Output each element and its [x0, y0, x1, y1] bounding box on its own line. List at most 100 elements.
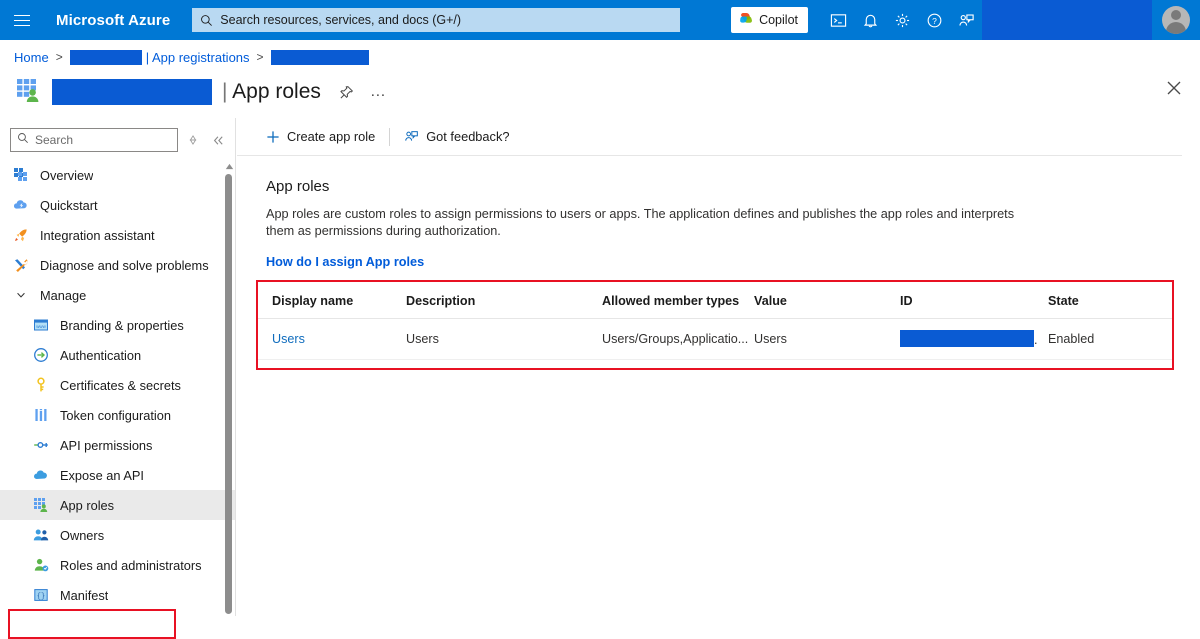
- help-question-icon[interactable]: ?: [918, 0, 950, 40]
- breadcrumb-redacted-app: [270, 49, 369, 65]
- breadcrumb-separator-2: >: [256, 50, 264, 64]
- cell-display-name[interactable]: Users: [258, 318, 406, 360]
- got-feedback-label: Got feedback?: [426, 129, 510, 144]
- table-row[interactable]: Users Users Users/Groups,Applicatio... U…: [258, 318, 1174, 360]
- settings-gear-icon[interactable]: [886, 0, 918, 40]
- overview-grid-icon: [12, 166, 30, 184]
- sidebar-group-label: Manage: [40, 287, 87, 303]
- sidebar-item-expose-an-api[interactable]: Expose an API: [0, 460, 235, 490]
- manifest-brackets-icon: {}: [32, 586, 50, 604]
- sidebar-item-label: App roles: [60, 497, 115, 513]
- sort-diamond-icon[interactable]: [183, 129, 203, 151]
- column-header-value[interactable]: Value: [754, 286, 900, 319]
- create-app-role-label: Create app role: [287, 129, 376, 144]
- branding-window-icon: www: [32, 316, 50, 334]
- top-bar-actions: Copilot ?: [731, 0, 1200, 40]
- roles-admin-icon: [32, 556, 50, 574]
- sidebar-item-overview[interactable]: Overview: [0, 160, 235, 190]
- sidebar-item-api-permissions[interactable]: API permissions: [0, 430, 235, 460]
- double-chevron-left-icon[interactable]: [209, 129, 229, 151]
- copilot-label: Copilot: [759, 13, 798, 27]
- breadcrumb-item-app-registrations[interactable]: | App registrations: [146, 50, 250, 65]
- command-bar: Create app role Got feedback?: [237, 118, 1182, 156]
- sidebar-item-label: Roles and administrators: [60, 557, 202, 573]
- chevron-down-icon: [12, 289, 30, 301]
- hamburger-menu-icon[interactable]: [0, 0, 44, 40]
- page-title: | App roles: [222, 80, 321, 104]
- column-header-display-name[interactable]: Display name: [258, 286, 406, 319]
- sidebar-item-label: Authentication: [60, 347, 142, 363]
- app-roles-icon: [32, 496, 50, 514]
- sidebar-item-certificates-secrets[interactable]: Certificates & secrets: [0, 370, 235, 400]
- sidebar-item-roles-and-administrators[interactable]: Roles and administrators: [0, 550, 235, 580]
- sidebar-item-integration-assistant[interactable]: Integration assistant: [0, 220, 235, 250]
- how-do-i-assign-app-roles-link[interactable]: How do I assign App roles: [266, 255, 424, 269]
- page-title-redacted-app-name: [52, 79, 212, 105]
- sidebar-item-manifest[interactable]: {} Manifest: [0, 580, 235, 610]
- column-header-id[interactable]: ID: [900, 286, 1048, 319]
- more-ellipsis-icon[interactable]: …: [370, 84, 387, 100]
- sidebar-group-manage[interactable]: Manage: [0, 280, 235, 310]
- sidebar-item-label: Integration assistant: [40, 227, 155, 243]
- feedback-person-icon: [404, 129, 419, 144]
- quickstart-cloud-icon: [12, 196, 30, 214]
- section-heading: App roles: [266, 178, 330, 195]
- breadcrumb-separator: >: [55, 50, 63, 64]
- create-app-role-button[interactable]: Create app role: [266, 122, 375, 152]
- sidebar-item-branding-properties[interactable]: www Branding & properties: [0, 310, 235, 340]
- cell-description: Users: [406, 318, 602, 360]
- sidebar: Search Overview Quickstart Integration a…: [0, 118, 236, 639]
- sidebar-item-diagnose-and-solve-problems[interactable]: Diagnose and solve problems: [0, 250, 235, 280]
- column-header-state[interactable]: State: [1048, 286, 1174, 319]
- notifications-bell-icon[interactable]: [854, 0, 886, 40]
- sidebar-item-label: Quickstart: [40, 197, 98, 213]
- copilot-icon: [738, 10, 754, 31]
- azure-brand-label[interactable]: Microsoft Azure: [56, 12, 170, 29]
- api-permissions-icon: [32, 436, 50, 454]
- cloud-icon: [32, 466, 50, 484]
- wrench-screwdriver-icon: [12, 256, 30, 274]
- key-icon: [32, 376, 50, 394]
- sidebar-item-quickstart[interactable]: Quickstart: [0, 190, 235, 220]
- scrollbar-thumb[interactable]: [225, 174, 232, 614]
- sidebar-item-label: Branding & properties: [60, 317, 184, 333]
- scroll-up-arrow-icon[interactable]: [224, 160, 234, 172]
- breadcrumb-item-home[interactable]: Home: [14, 50, 49, 65]
- page-title-text: App roles: [232, 80, 321, 103]
- sidebar-item-app-roles[interactable]: App roles: [0, 490, 235, 520]
- sidebar-scrollbar[interactable]: [223, 160, 235, 616]
- column-header-allowed-member-types[interactable]: Allowed member types: [602, 286, 754, 319]
- sidebar-search-input[interactable]: Search: [10, 128, 179, 152]
- sidebar-item-label: Overview: [40, 167, 94, 183]
- redacted-account-name: [982, 0, 1152, 40]
- cell-allowed-member-types: Users/Groups,Applicatio...: [602, 318, 754, 360]
- sidebar-item-owners[interactable]: Owners: [0, 520, 235, 550]
- cell-value: Users: [754, 318, 900, 360]
- column-header-description[interactable]: Description: [406, 286, 602, 319]
- sidebar-item-label: API permissions: [60, 437, 153, 453]
- top-navigation-bar: Microsoft Azure Search resources, servic…: [0, 0, 1200, 40]
- app-roles-icon: [14, 76, 42, 109]
- global-search-input[interactable]: Search resources, services, and docs (G+…: [192, 8, 681, 32]
- pin-icon[interactable]: [339, 85, 354, 100]
- copilot-button[interactable]: Copilot: [731, 7, 808, 33]
- close-icon[interactable]: [1166, 80, 1182, 96]
- global-search-placeholder: Search resources, services, and docs (G+…: [220, 13, 462, 27]
- got-feedback-button[interactable]: Got feedback?: [404, 122, 509, 152]
- title-pipe: |: [222, 80, 228, 103]
- table-row-spacer: [258, 360, 1174, 370]
- table-header-row: Display name Description Allowed member …: [258, 286, 1174, 319]
- feedback-person-icon[interactable]: [950, 0, 982, 40]
- sidebar-item-token-configuration[interactable]: Token configuration: [0, 400, 235, 430]
- command-bar-divider: [389, 127, 391, 146]
- user-avatar[interactable]: [1152, 0, 1200, 40]
- page-title-row: | App roles …: [0, 72, 1200, 112]
- sidebar-item-label: Owners: [60, 527, 105, 543]
- rocket-icon: [12, 226, 30, 244]
- sidebar-item-authentication[interactable]: Authentication: [0, 340, 235, 370]
- annotation-app-roles-nav: [8, 609, 176, 639]
- cloud-shell-icon[interactable]: [822, 0, 854, 40]
- svg-text:{}: {}: [37, 593, 45, 601]
- app-role-display-name-link[interactable]: Users: [272, 332, 305, 346]
- authentication-arrow-icon: [32, 346, 50, 364]
